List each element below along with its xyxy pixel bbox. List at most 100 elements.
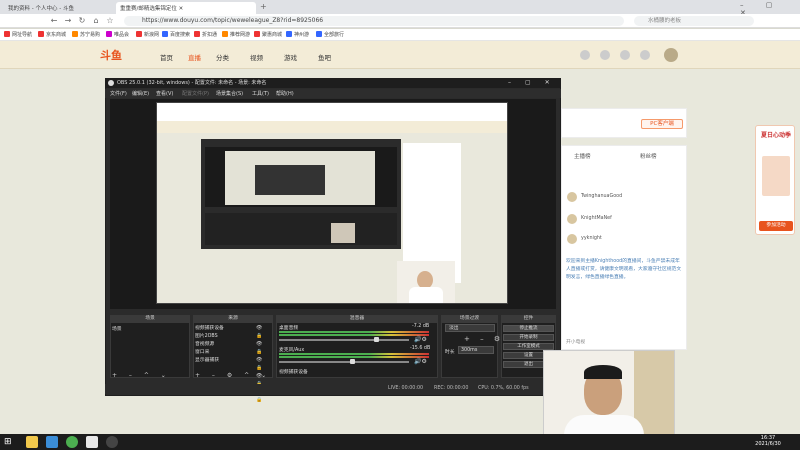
start-icon[interactable]: ⊞ [4, 437, 12, 447]
capture-webcam-small [331, 223, 355, 243]
bookmark-icon [72, 31, 78, 37]
bookmark-label: 折扣通 [202, 32, 218, 38]
list-item[interactable]: yyknight [581, 236, 602, 241]
site-logo[interactable]: 斗鱼 [100, 47, 122, 63]
transitions-dock-header: 场景过渡 [441, 315, 498, 322]
nav-fishbar[interactable]: 鱼吧 [318, 52, 331, 62]
bookmark-label: 网址导航 [12, 32, 33, 38]
menu-tools[interactable]: 工具(T) [252, 90, 269, 97]
bookmark-4[interactable]: 唯品会 [106, 31, 129, 38]
bookmark-label: 神州游 [294, 32, 310, 38]
menu-view[interactable]: 查看(V) [156, 90, 173, 97]
taskbar-clock[interactable]: 16:37 2021/6/30 [750, 435, 786, 447]
bookmark-1[interactable]: 网址导航 [4, 31, 32, 38]
mute-speaker-icon[interactable]: 🔊⚙ [414, 336, 427, 343]
clock-date: 2021/6/30 [755, 441, 781, 447]
nav-video[interactable]: 视频 [250, 52, 263, 62]
list-item[interactable]: KnightMaNef [581, 216, 612, 221]
bookmark-11[interactable]: 全部旅行 [316, 31, 344, 38]
scenes-dock-header: 场景 [110, 315, 190, 322]
source-item[interactable]: 视频捕获设备 [195, 324, 224, 331]
obs-taskbar-icon[interactable] [106, 436, 118, 448]
menu-edit[interactable]: 编辑(E) [132, 90, 149, 97]
bookmark-3[interactable]: 苏宁易购 [72, 31, 100, 38]
live-timer: LIVE: 00:00:00 [388, 386, 424, 391]
transition-select[interactable]: 淡出 [445, 324, 495, 332]
message-icon[interactable] [620, 50, 630, 60]
bookmark-6[interactable]: 百度搜索 [162, 31, 190, 38]
start-recording-button[interactable]: 开始录制 [503, 334, 554, 341]
bookmark-2[interactable]: 京东商城 [38, 31, 66, 38]
menu-scene-collection[interactable]: 场景集合(S) [216, 90, 243, 97]
source-item[interactable]: 音视频源 [195, 340, 214, 347]
store-icon[interactable] [46, 436, 58, 448]
refresh-icon[interactable]: ↻ [76, 15, 88, 27]
bookmark-icon [38, 31, 44, 37]
bookmark-5[interactable]: 新浪网 [136, 31, 159, 38]
volume-slider[interactable] [279, 339, 409, 341]
taskbar [0, 434, 800, 450]
browser-search-input[interactable]: 水桶腰的老板 [634, 16, 754, 26]
pc-client-button[interactable]: PC客户端 [641, 119, 683, 129]
stop-streaming-button[interactable]: 停止推流 [503, 325, 554, 332]
menu-profile[interactable]: 配置文件(P) [182, 90, 209, 97]
tab-ranking[interactable]: 主播榜 [574, 152, 591, 160]
webcam-hair [584, 365, 622, 379]
nav-home[interactable]: 首页 [160, 52, 173, 62]
bookmark-icon [316, 31, 322, 37]
list-item[interactable]: TwinghanuaGood [581, 194, 622, 199]
volume-slider-handle[interactable] [350, 359, 355, 364]
mixer-channel-name: 麦克风/Aux [279, 348, 305, 353]
menu-help[interactable]: 帮助(H) [276, 90, 294, 97]
upload-icon[interactable] [640, 50, 650, 60]
forward-icon[interactable]: → [62, 15, 74, 27]
bookmark-9[interactable]: 聚惠商城 [254, 31, 282, 38]
file-explorer-icon[interactable] [26, 436, 38, 448]
back-icon[interactable]: ← [48, 15, 60, 27]
url-bar[interactable]: https://www.douyu.com/topic/weweleague_Z… [124, 16, 624, 26]
bookmark-label: 唯品会 [114, 32, 130, 38]
avatar[interactable] [664, 48, 678, 62]
browser-tab-2[interactable]: 重重赛/邮精选集锦定位 ✕ [116, 2, 256, 14]
duration-input[interactable]: 300ms [458, 346, 494, 354]
transition-add-remove[interactable]: + – ⚙ [464, 335, 504, 343]
sources-dock-header: 来源 [193, 315, 273, 322]
preview-capture-level-1 [156, 102, 508, 304]
mute-speaker-icon[interactable]: 🔊⚙ [414, 358, 427, 365]
capture-level-3 [255, 165, 325, 195]
history-icon[interactable] [580, 50, 590, 60]
scene-item[interactable]: 场景 [112, 325, 122, 332]
star-icon[interactable]: ☆ [104, 15, 116, 27]
volume-slider[interactable] [279, 361, 409, 363]
promo-banner[interactable]: 夏日心动季 参加活动 [755, 125, 795, 235]
app-icon[interactable] [86, 436, 98, 448]
mixer-dock-header: 混音器 [276, 315, 438, 322]
bookmark-label: 全部旅行 [324, 32, 345, 38]
scenes-toolbar[interactable]: + – ^ ⌄ [112, 372, 171, 379]
home-icon[interactable]: ⌂ [90, 15, 102, 27]
sources-toolbar[interactable]: + – ⚙ ^ ⌄ [195, 372, 271, 379]
nav-game[interactable]: 游戏 [284, 52, 297, 62]
chrome-icon[interactable] [66, 436, 78, 448]
obs-window-controls[interactable]: –▢✕ [508, 79, 564, 86]
follow-icon[interactable] [600, 50, 610, 60]
promo-button[interactable]: 参加活动 [759, 221, 793, 231]
volume-meter [279, 334, 429, 336]
tab-fans[interactable]: 粉丝榜 [640, 152, 657, 160]
bookmark-7[interactable]: 折扣通 [194, 31, 217, 38]
source-item[interactable]: 显示器捕获 [195, 356, 219, 363]
nav-category[interactable]: 分类 [216, 52, 229, 62]
nav-live[interactable]: 直播 [188, 52, 201, 62]
browser-tab-bar: 我的资料 - 个人中心 - 斗鱼 重重赛/邮精选集锦定位 ✕ + – ▢ ✕ [0, 0, 800, 17]
new-tab-icon[interactable]: + [260, 2, 267, 11]
chat-message: 欢迎来到主播Knighthood的直播间，斗鱼严禁未成年人直播或打赏，请健康文明… [566, 259, 682, 280]
volume-slider-handle[interactable] [374, 337, 379, 342]
studio-mode-button[interactable]: 工作室模式 [503, 343, 554, 350]
browser-tab-1[interactable]: 我的资料 - 个人中心 - 斗鱼 [4, 2, 112, 14]
capture-level-2 [225, 151, 375, 205]
menu-file[interactable]: 文件(F) [110, 90, 127, 97]
source-item[interactable]: 窗口采 [195, 348, 209, 355]
bookmark-8[interactable]: 推荐网游 [222, 31, 250, 38]
bookmark-10[interactable]: 神州游 [286, 31, 309, 38]
source-item[interactable]: 图片2OBS [195, 332, 218, 339]
